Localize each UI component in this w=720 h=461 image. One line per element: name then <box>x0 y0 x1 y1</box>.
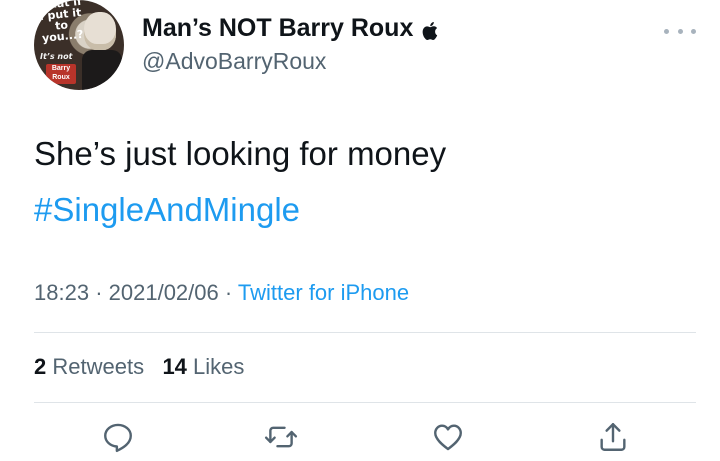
avatar[interactable]: What if I put it to you...? It’s not Bar… <box>34 0 124 90</box>
meta-separator: · <box>95 280 103 305</box>
likes-count[interactable]: 14 <box>162 354 186 379</box>
apple-icon <box>421 19 438 40</box>
retweets-count[interactable]: 2 <box>34 354 46 379</box>
tweet-time[interactable]: 18:23 <box>34 280 89 305</box>
action-bar <box>0 420 720 460</box>
more-dot <box>664 28 669 34</box>
likes-label[interactable]: Likes <box>193 354 244 379</box>
divider <box>34 402 696 403</box>
reply-icon[interactable] <box>101 420 135 454</box>
meta-separator: · <box>224 280 233 305</box>
tweet-date[interactable]: 2021/02/06 <box>109 280 219 305</box>
avatar-robe <box>82 50 122 90</box>
avatar-face <box>84 12 116 50</box>
engagement-stats: 2 Retweets 14 Likes <box>34 354 244 380</box>
tweet-meta: 18:23 · 2021/02/06 · Twitter for iPhone <box>34 280 409 306</box>
retweets-label[interactable]: Retweets <box>52 354 144 379</box>
retweet-icon[interactable] <box>264 420 298 454</box>
tweet-text: She’s just looking for money <box>34 135 447 172</box>
divider <box>34 332 696 333</box>
handle[interactable]: @AdvoBarryRoux <box>142 48 326 75</box>
display-name[interactable]: Man’s NOT Barry Roux <box>142 14 438 43</box>
more-dot <box>691 28 696 34</box>
avatar-stamp: Barry Roux <box>46 64 76 84</box>
display-name-text: Man’s NOT Barry Roux <box>142 14 414 42</box>
heart-icon[interactable] <box>431 420 465 454</box>
avatar-subcaption: It’s not <box>40 52 73 61</box>
avatar-caption: What if I put it to you...? <box>36 0 85 46</box>
more-dot <box>677 28 683 34</box>
more-icon[interactable] <box>664 24 696 38</box>
share-icon[interactable] <box>596 420 630 454</box>
tweet-source[interactable]: Twitter for iPhone <box>238 280 409 305</box>
hashtag-link[interactable]: #SingleAndMingle <box>34 190 300 230</box>
